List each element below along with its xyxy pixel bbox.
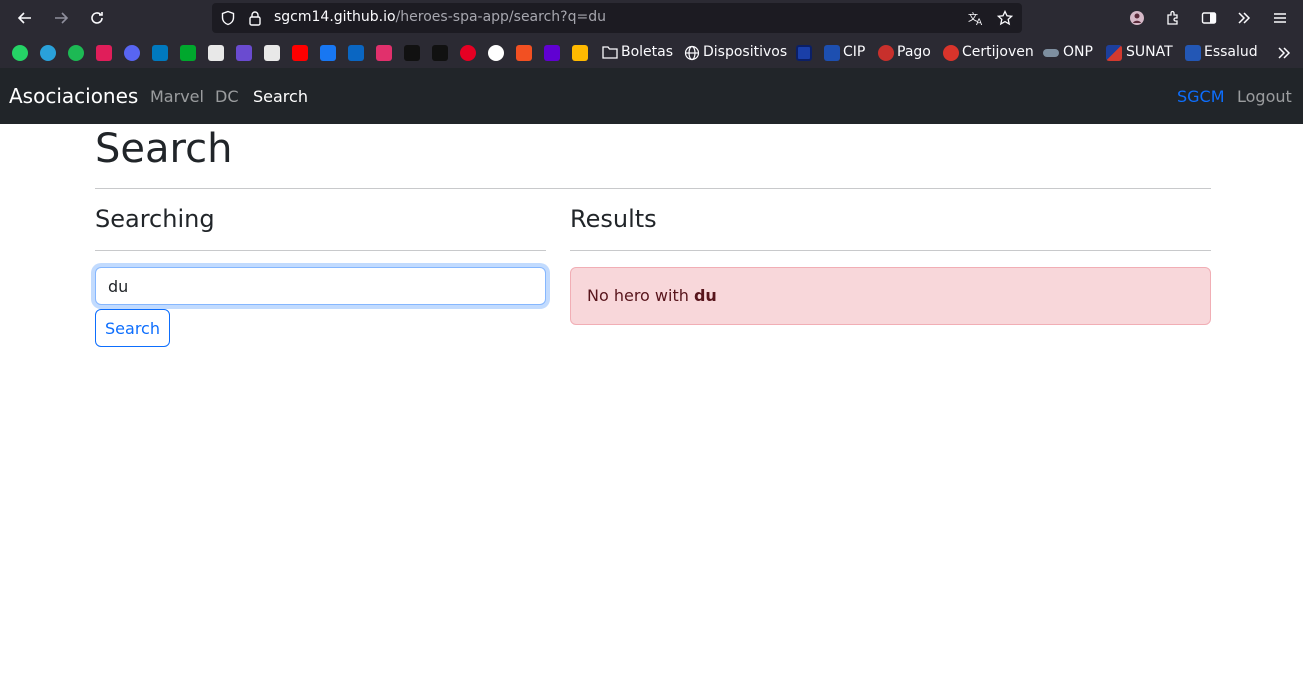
facebook-icon[interactable] [320,45,336,61]
star-icon[interactable] [997,10,1013,26]
url-text[interactable]: sgcm14.github.io/heroes-spa-app/search?q… [274,9,606,25]
menu-button[interactable] [1267,6,1293,30]
alert-text: No hero with [587,286,689,305]
forward-button[interactable] [48,6,74,30]
google-icon[interactable] [488,45,504,61]
nav-link-dc[interactable]: DC [215,87,239,106]
results-heading: Results [570,205,657,233]
bookmark-pago[interactable]: Pago [897,44,931,60]
sidebar-button[interactable] [1196,6,1222,30]
nav-link-marvel[interactable]: Marvel [150,87,204,106]
url-path: /heroes-spa-app/search?q=du [395,9,606,25]
microsoft-icon[interactable] [516,45,532,61]
app-navbar: Asociaciones Marvel DC Search SGCM Logou… [0,68,1303,124]
bookmark-sunat[interactable]: SUNAT [1126,44,1173,60]
pinterest-icon[interactable] [460,45,476,61]
discord-icon[interactable] [124,45,140,61]
hamburger-menu-icon [1274,13,1286,23]
telegram-icon[interactable] [40,45,56,61]
certijoven-logo-icon[interactable] [943,45,959,61]
extensions-button[interactable] [1160,6,1186,30]
shield-icon[interactable] [220,10,236,26]
results-divider [570,250,1211,251]
sunat-logo-icon[interactable] [1106,45,1122,61]
bookmark-onp[interactable]: ONP [1063,44,1093,60]
whatsapp-icon[interactable] [12,45,28,61]
bookmarks-bar: Boletas Dispositivos CIP Pago Certijoven… [0,38,1303,68]
arrow-right-icon [55,12,69,24]
bookmark-boletas[interactable]: Boletas [621,44,673,60]
browser-chrome: sgcm14.github.io/heroes-spa-app/search?q… [0,0,1303,68]
microsoft365-icon[interactable] [572,45,588,61]
bookmark-dispositivos[interactable]: Dispositivos [703,44,787,60]
onp-logo-icon[interactable] [1043,49,1059,57]
yahoo-mail-icon[interactable] [544,45,560,61]
r-icon[interactable] [236,45,252,61]
sidebar-icon [1201,12,1217,24]
search-button[interactable]: Search [95,309,170,347]
x-icon[interactable] [432,45,448,61]
openai-icon[interactable] [208,45,224,61]
spotify-icon[interactable] [68,45,84,61]
searching-heading: Searching [95,205,215,233]
browser-toolbar: sgcm14.github.io/heroes-spa-app/search?q… [0,0,1303,36]
arrow-left-icon [17,12,31,24]
globe-icon[interactable] [684,45,700,61]
bookmark-certijoven[interactable]: Certijoven [962,44,1034,60]
search-input[interactable] [95,267,546,305]
tiktok-icon[interactable] [404,45,420,61]
logout-button[interactable]: Logout [1237,87,1292,106]
translate-icon[interactable]: 文A [968,10,984,26]
github-icon[interactable] [264,45,280,61]
back-button[interactable] [12,6,38,30]
lock-icon[interactable] [247,10,263,26]
alert-search-term: du [693,286,717,305]
bookmark-essalud[interactable]: Essalud [1204,44,1258,60]
account-avatar-icon [1130,11,1144,25]
reload-icon [91,12,103,24]
puzzle-icon [1167,10,1178,25]
double-chevron-right-icon[interactable] [1276,45,1292,61]
searching-divider [95,250,546,251]
bookmark-cip[interactable]: CIP [843,44,865,60]
evernote-icon[interactable] [180,45,196,61]
essalud-logo-icon[interactable] [1185,45,1201,61]
youtube-icon[interactable] [292,45,308,61]
title-divider [95,188,1211,189]
overflow-button[interactable] [1231,6,1257,30]
double-chevron-right-icon [1238,12,1251,24]
navbar-brand[interactable]: Asociaciones [9,84,138,108]
slack-icon[interactable] [96,45,112,61]
url-bar[interactable]: sgcm14.github.io/heroes-spa-app/search?q… [212,3,1022,33]
folder-icon[interactable] [602,45,618,59]
reload-button[interactable] [84,6,110,30]
url-host: sgcm14.github.io [274,9,396,25]
trello-icon[interactable] [152,45,168,61]
linkedin-icon[interactable] [348,45,364,61]
no-results-alert: No hero with du [570,267,1211,325]
cip-logo-icon[interactable] [824,45,840,61]
pago-logo-icon[interactable] [878,45,894,61]
page-title: Search [95,126,233,172]
square-logo-icon[interactable] [796,45,812,61]
account-button[interactable] [1124,6,1150,30]
nav-link-search[interactable]: Search [253,87,308,106]
navbar-username: SGCM [1177,87,1225,106]
svg-text:A: A [976,18,983,26]
instagram-icon[interactable] [376,45,392,61]
